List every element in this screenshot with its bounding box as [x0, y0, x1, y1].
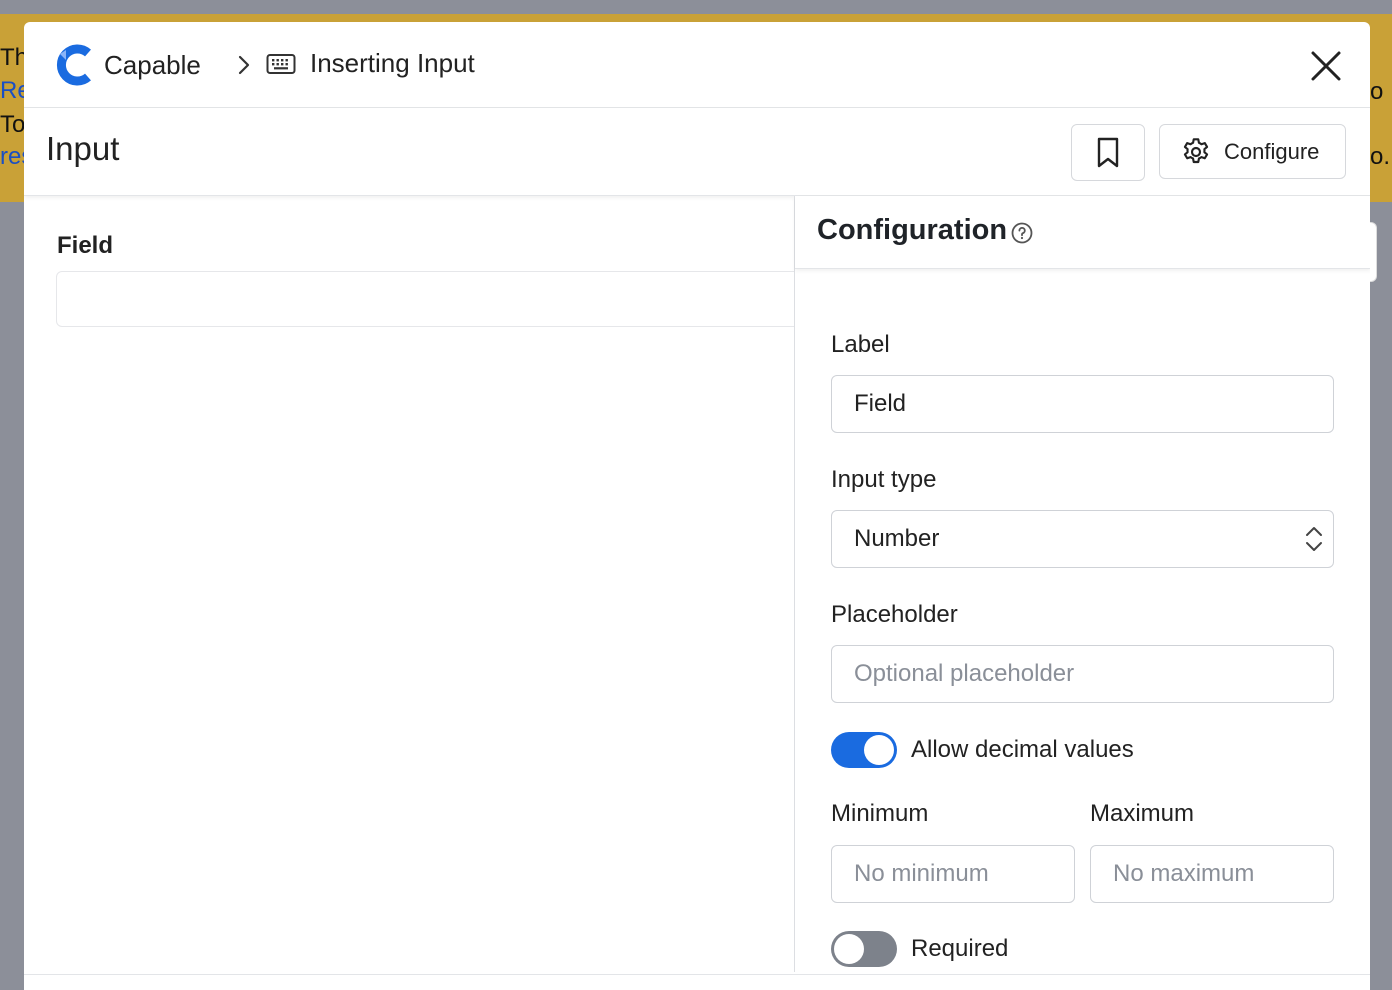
chevron-updown-icon	[1306, 527, 1322, 551]
placeholder-input-text[interactable]	[832, 646, 1333, 702]
preview-pane: Field	[24, 196, 816, 990]
background-text: o.	[1370, 143, 1391, 170]
app-name: Capable	[104, 49, 201, 80]
modal-header: Input Configure	[24, 108, 1370, 196]
maximum-input[interactable]	[1090, 845, 1334, 903]
brand[interactable]: Capable	[54, 44, 201, 86]
bookmark-icon	[1097, 137, 1119, 167]
minimum-label: Minimum	[831, 800, 929, 827]
input-type-label: Input type	[831, 466, 937, 493]
required-toggle[interactable]	[831, 931, 897, 967]
page-title: Input	[46, 130, 120, 167]
configuration-panel: Configuration Label Input type Number Pl…	[794, 196, 1370, 972]
placeholder-label: Placeholder	[831, 601, 958, 628]
configure-label: Configure	[1224, 138, 1320, 164]
configuration-title: Configuration	[817, 214, 1008, 246]
toggle-knob	[864, 735, 894, 765]
background-text: To	[0, 111, 26, 138]
label-input[interactable]	[831, 375, 1334, 433]
preview-field-label: Field	[57, 232, 114, 259]
breadcrumb-current: Inserting Input	[310, 48, 475, 78]
bookmark-button[interactable]	[1071, 124, 1145, 181]
input-type-value: Number	[854, 525, 940, 552]
required-label: Required	[911, 935, 1009, 962]
minimum-input[interactable]	[831, 845, 1075, 903]
chevron-right-icon	[238, 55, 250, 75]
keyboard-icon	[266, 54, 296, 74]
configure-button[interactable]: Configure	[1159, 124, 1346, 179]
gear-icon	[1183, 137, 1209, 163]
placeholder-input[interactable]	[831, 645, 1334, 703]
allow-decimal-toggle[interactable]	[831, 732, 897, 768]
close-icon[interactable]	[1308, 48, 1344, 84]
minimum-input-text[interactable]	[832, 846, 1074, 902]
input-type-select[interactable]: Number	[831, 510, 1334, 568]
label-field-label: Label	[831, 331, 890, 358]
capable-logo-icon	[56, 44, 91, 86]
maximum-input-text[interactable]	[1091, 846, 1333, 902]
insert-input-modal: Capable Inserting Input Input Configure …	[24, 22, 1370, 990]
background-text: o	[1370, 78, 1384, 105]
modal-topbar: Capable Inserting Input	[24, 22, 1370, 108]
toggle-knob	[834, 934, 864, 964]
configuration-header: Configuration	[795, 196, 1370, 269]
preview-field-input[interactable]	[56, 271, 816, 327]
footer-divider	[24, 974, 1370, 975]
allow-decimal-label: Allow decimal values	[911, 736, 1134, 763]
help-circle-icon[interactable]	[1010, 221, 1034, 245]
label-input-text[interactable]	[832, 376, 1333, 432]
maximum-label: Maximum	[1090, 800, 1195, 827]
